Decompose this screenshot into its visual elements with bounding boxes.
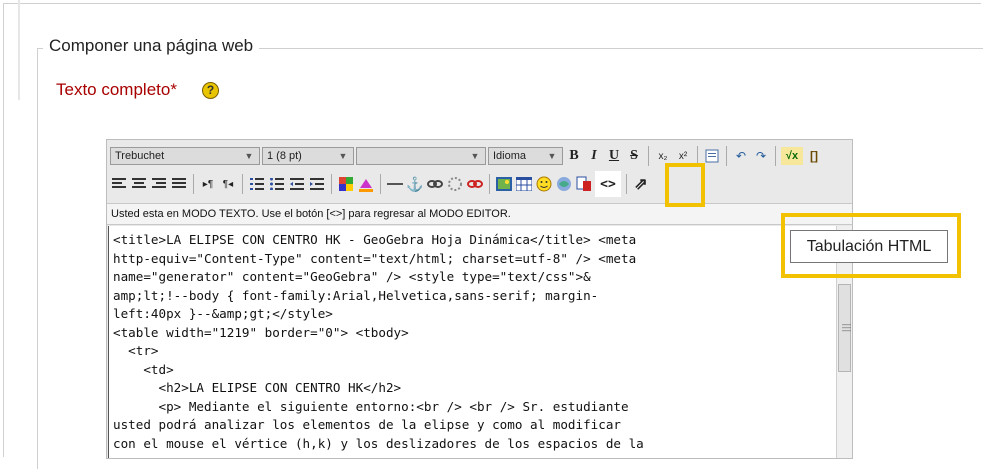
language-value: Idioma	[493, 150, 527, 162]
highlight-box-html-button	[665, 163, 705, 207]
toolbar-separator	[775, 146, 776, 166]
align-center-icon[interactable]	[130, 175, 148, 193]
link-icon[interactable]	[426, 175, 444, 193]
ltr-icon[interactable]: ▸¶	[199, 175, 217, 193]
align-left-icon[interactable]	[110, 175, 128, 193]
status-bar: Usted esta en MODO TEXTO. Use el botón […	[107, 203, 852, 225]
html-source-textarea[interactable]: <title>LA ELIPSE CON CENTRO HK - GeoGebr…	[108, 226, 837, 458]
rtl-icon[interactable]: ¶◂	[219, 175, 237, 193]
bold-button[interactable]: B	[565, 147, 583, 165]
nolink-icon[interactable]	[466, 175, 484, 193]
math-button[interactable]: √x	[781, 147, 803, 165]
html-editor: Trebuchet ▼ 1 (8 pt) ▼ ▼ Idioma ▼ B I U …	[106, 139, 853, 459]
help-icon[interactable]: ?	[202, 82, 219, 99]
field-label: Texto completo*	[56, 80, 177, 99]
justify-icon[interactable]	[170, 175, 188, 193]
toolbar-separator	[380, 174, 381, 194]
language-select[interactable]: Idioma ▼	[488, 147, 563, 165]
insert-table-icon[interactable]	[515, 175, 533, 193]
toolbar-separator	[626, 174, 627, 194]
html-toggle-button[interactable]: <>	[595, 171, 621, 197]
toolbar-row-2: ▸¶ ¶◂ ⚓ <> ⇗	[110, 170, 650, 198]
toolbar-separator	[242, 174, 243, 194]
anchor-icon[interactable]: ⚓	[406, 175, 424, 193]
toolbar-separator	[726, 146, 727, 166]
unordered-list-icon[interactable]	[268, 175, 286, 193]
font-family-value: Trebuchet	[115, 150, 165, 162]
unlink-icon[interactable]	[446, 175, 464, 193]
align-right-icon[interactable]	[150, 175, 168, 193]
chevron-down-icon: ▼	[547, 151, 557, 161]
toolbar-separator	[331, 174, 332, 194]
search-replace-icon[interactable]	[575, 175, 593, 193]
chevron-down-icon: ▼	[338, 151, 348, 161]
font-size-select[interactable]: 1 (8 pt) ▼	[262, 147, 354, 165]
scrollbar-thumb[interactable]: — — —	[838, 284, 851, 372]
ordered-list-icon[interactable]	[248, 175, 266, 193]
grip-icon: — — —	[842, 319, 851, 335]
chevron-down-icon: ▼	[470, 151, 480, 161]
toolbar-separator	[648, 146, 649, 166]
outdent-icon[interactable]	[288, 175, 306, 193]
insert-image-icon[interactable]	[495, 175, 513, 193]
toolbar-separator	[193, 174, 194, 194]
underline-button[interactable]: U	[605, 147, 623, 165]
chevron-down-icon: ▼	[244, 151, 254, 161]
text-color-icon[interactable]	[337, 175, 355, 193]
horizontal-rule-icon[interactable]	[386, 175, 404, 193]
fullscreen-icon[interactable]: ⇗	[632, 175, 650, 193]
redo-button[interactable]: ↷	[752, 147, 770, 165]
paste-word-icon[interactable]	[703, 147, 721, 165]
toolbar-row-1: Trebuchet ▼ 1 (8 pt) ▼ ▼ Idioma ▼ B I U …	[110, 142, 823, 170]
section-legend: Componer una página web	[43, 36, 260, 56]
undo-button[interactable]: ↶	[732, 147, 750, 165]
divider	[18, 0, 20, 100]
indent-icon[interactable]	[308, 175, 326, 193]
smiley-icon[interactable]	[535, 175, 553, 193]
italic-button[interactable]: I	[585, 147, 603, 165]
special-chars-icon[interactable]	[555, 175, 573, 193]
strikethrough-button[interactable]: S	[625, 147, 643, 165]
font-family-select[interactable]: Trebuchet ▼	[110, 147, 260, 165]
highlight-box-tooltip	[781, 213, 961, 278]
font-size-value: 1 (8 pt)	[267, 150, 302, 162]
brackets-button[interactable]: []	[805, 147, 823, 165]
background-color-icon[interactable]	[357, 175, 375, 193]
toolbar-separator	[489, 174, 490, 194]
format-select[interactable]: ▼	[356, 147, 486, 165]
